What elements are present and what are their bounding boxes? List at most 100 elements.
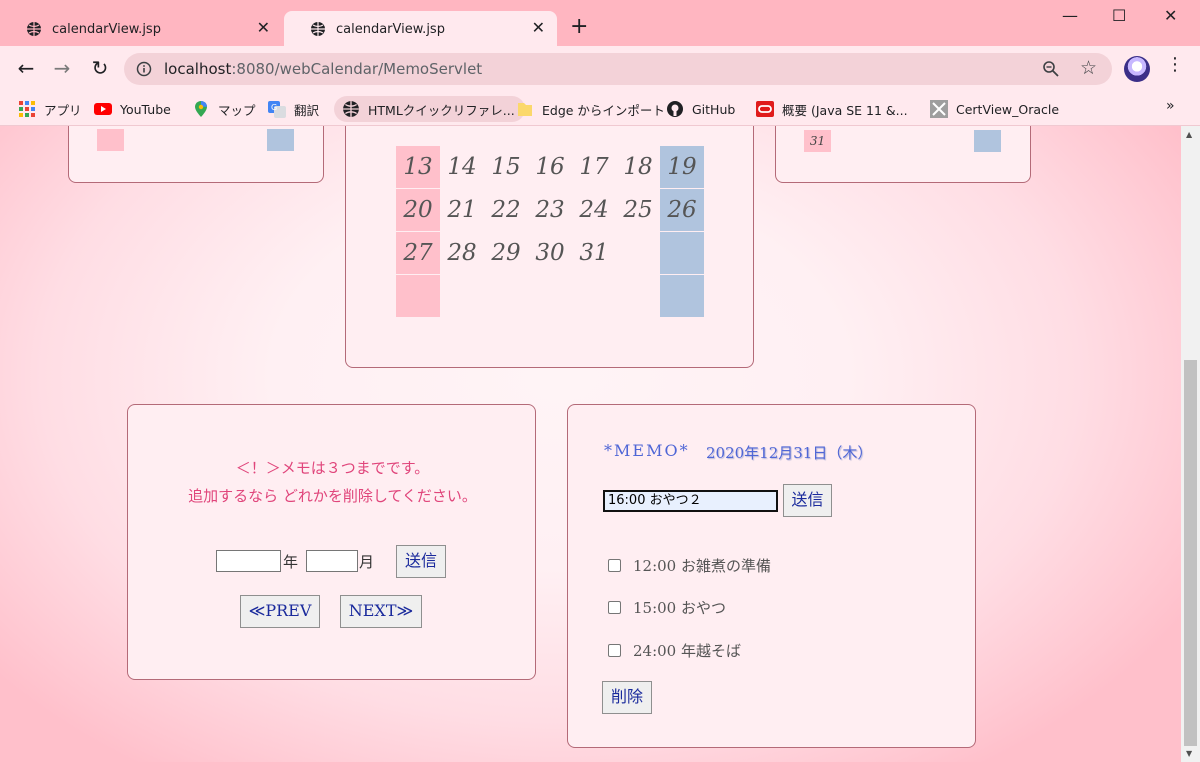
bookmark-label: 翻訳 <box>294 102 320 118</box>
calendar-day[interactable]: 17 <box>572 146 616 188</box>
svg-text:G: G <box>271 103 277 112</box>
notice-line-1: ＜！＞メモは３つまでです。 <box>235 459 430 477</box>
globe-icon <box>27 22 41 36</box>
month-input[interactable] <box>306 550 358 572</box>
address-bar[interactable]: localhost:8080/webCalendar/MemoServlet ☆ <box>124 53 1112 85</box>
bookmark-translate[interactable]: G 翻訳 <box>268 96 319 122</box>
calendar-day[interactable]: 18 <box>616 146 660 188</box>
next-month-button[interactable]: NEXT≫ <box>340 595 422 628</box>
memo-submit-button[interactable]: 送信 <box>783 484 832 517</box>
bookmark-maps[interactable]: マップ <box>192 96 256 122</box>
page-viewport: 31 6 7 8 9 10 11 12 13 14 15 16 17 18 19… <box>0 126 1181 762</box>
month-navigation-panel: ＜！＞メモは３つまでです。 追加するなら どれかを削除してください。 年 月 送… <box>127 404 536 680</box>
bookmark-java-se[interactable]: 概要 (Java SE 11 &... <box>756 96 908 122</box>
bookmarks-overflow-button[interactable]: » <box>1166 98 1175 114</box>
memo-item-text: 24:00 年越そば <box>633 642 741 660</box>
bookmark-label: Edge からインポート <box>542 102 665 118</box>
bookmark-label: 概要 (Java SE 11 &... <box>782 102 908 118</box>
back-arrow-icon[interactable]: ← <box>14 56 38 80</box>
memo-checkbox[interactable] <box>608 601 621 614</box>
calendar-day[interactable]: 27 <box>396 232 440 274</box>
memo-title: *MEMO* <box>604 441 690 460</box>
saturday-cell <box>974 130 1001 152</box>
memo-item-text: 15:00 おやつ <box>633 599 726 617</box>
memo-item: 15:00 おやつ <box>608 597 726 618</box>
maximize-button[interactable]: ☐ <box>1112 6 1126 25</box>
calendar-day[interactable]: 23 <box>528 189 572 231</box>
globe-icon <box>311 22 325 36</box>
url-host: localhost <box>164 60 232 78</box>
year-input[interactable] <box>216 550 281 572</box>
memo-checkbox[interactable] <box>608 559 621 572</box>
bookmark-apps[interactable]: アプリ <box>18 96 82 122</box>
scrollbar-thumb[interactable] <box>1184 360 1197 746</box>
calendar-day[interactable]: 31 <box>572 232 616 274</box>
notice-line-2: 追加するなら どれかを削除してください。 <box>188 487 477 505</box>
next-month-mini-calendar: 31 <box>775 126 1031 183</box>
calendar-day[interactable]: 14 <box>440 146 484 188</box>
calendar-day[interactable]: 13 <box>396 146 440 188</box>
calendar-day[interactable]: 22 <box>484 189 528 231</box>
calendar-day[interactable]: 24 <box>572 189 616 231</box>
memo-input[interactable]: 16:00 おやつ２ <box>603 490 778 512</box>
bookmark-star-icon[interactable]: ☆ <box>1080 57 1097 79</box>
month-unit-label: 月 <box>359 553 375 571</box>
close-window-button[interactable]: ✕ <box>1164 6 1177 25</box>
bookmark-label: HTMLクイックリファレ... <box>368 102 515 118</box>
close-icon[interactable]: ✕ <box>257 19 270 37</box>
calendar-day[interactable]: 19 <box>660 146 704 188</box>
mini-date-31: 31 <box>809 134 826 148</box>
apps-grid-icon <box>19 101 35 117</box>
calendar-day[interactable]: 28 <box>440 232 484 274</box>
scroll-down-arrow-icon[interactable]: ▼ <box>1186 749 1192 758</box>
calendar-day <box>396 275 440 317</box>
certview-icon <box>930 100 948 118</box>
calendar-day[interactable]: 21 <box>440 189 484 231</box>
calendar-day[interactable]: 30 <box>528 232 572 274</box>
zoom-icon[interactable] <box>1042 60 1060 78</box>
scroll-up-arrow-icon[interactable]: ▲ <box>1186 130 1192 139</box>
calendar-day[interactable]: 29 <box>484 232 528 274</box>
calendar-day <box>660 275 704 317</box>
sunday-cell: 31 <box>804 130 831 152</box>
menu-dots-icon[interactable]: ⋮ <box>1166 54 1184 75</box>
tab-calendarview-2[interactable]: calendarView.jsp ✕ <box>284 11 557 47</box>
close-icon[interactable]: ✕ <box>532 19 545 37</box>
bookmarks-bar: アプリ YouTube マップ G 翻訳 HTMLクイックリファレ... Edg… <box>0 90 1200 126</box>
url-text[interactable]: localhost:8080/webCalendar/MemoServlet <box>164 60 482 78</box>
memo-item: 12:00 お雑煮の準備 <box>608 555 771 576</box>
calendar-day[interactable]: 15 <box>484 146 528 188</box>
year-month-submit-button[interactable]: 送信 <box>396 545 446 578</box>
tab-calendarview-1[interactable]: calendarView.jsp ✕ <box>0 11 282 47</box>
bookmark-html-reference[interactable]: HTMLクイックリファレ... <box>334 96 525 122</box>
reload-icon[interactable]: ↻ <box>88 56 112 80</box>
profile-avatar[interactable] <box>1124 56 1150 82</box>
tab-title: calendarView.jsp <box>336 21 445 37</box>
minimize-button[interactable]: — <box>1062 6 1078 25</box>
github-icon <box>667 101 683 117</box>
info-icon[interactable] <box>136 61 152 77</box>
tab-strip: calendarView.jsp ✕ calendarView.jsp ✕ + … <box>0 0 1200 47</box>
bookmark-label: アプリ <box>44 102 82 118</box>
calendar-day[interactable]: 26 <box>660 189 704 231</box>
bookmark-certview[interactable]: CertView_Oracle <box>930 96 1059 122</box>
page-scrollbar[interactable]: ▲ ▼ <box>1181 126 1200 762</box>
sunday-cell <box>97 129 124 151</box>
new-tab-button[interactable]: + <box>570 14 588 39</box>
forward-arrow-icon[interactable]: → <box>50 56 74 80</box>
calendar-day[interactable]: 25 <box>616 189 660 231</box>
bookmark-label: CertView_Oracle <box>956 101 1060 117</box>
memo-checkbox[interactable] <box>608 644 621 657</box>
translate-icon: G <box>268 101 286 118</box>
bookmark-edge-import[interactable]: Edge からインポート <box>516 96 665 122</box>
bookmark-github[interactable]: GitHub <box>666 96 735 122</box>
browser-toolbar: ← → ↻ localhost:8080/webCalendar/MemoSer… <box>0 46 1200 90</box>
bookmark-youtube[interactable]: YouTube <box>94 96 171 122</box>
calendar-day[interactable]: 20 <box>396 189 440 231</box>
calendar-day <box>616 232 660 274</box>
oracle-icon <box>756 101 774 117</box>
youtube-icon <box>94 103 112 115</box>
calendar-day[interactable]: 16 <box>528 146 572 188</box>
memo-delete-button[interactable]: 削除 <box>602 681 652 714</box>
prev-month-button[interactable]: ≪PREV <box>240 595 320 628</box>
